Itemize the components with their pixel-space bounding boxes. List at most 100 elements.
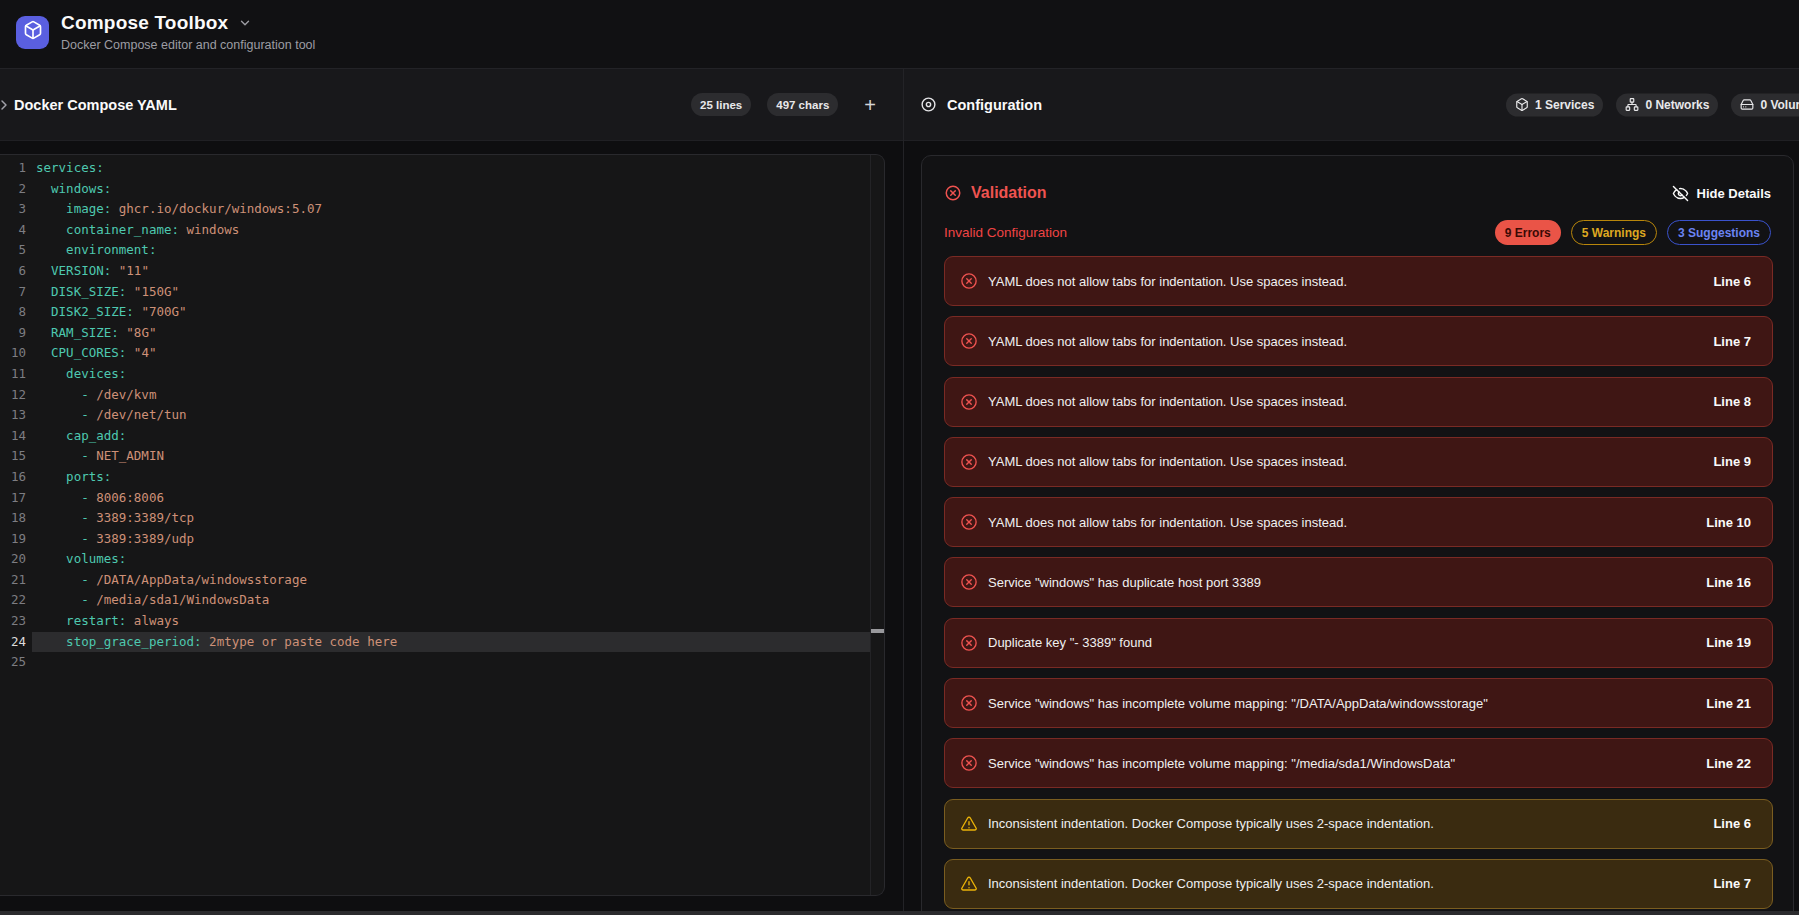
validation-error-card[interactable]: Duplicate key "- 3389" found Line 19: [944, 618, 1773, 668]
validation-error-card[interactable]: Service "windows" has incomplete volume …: [944, 678, 1773, 728]
yaml-panel: Docker Compose YAML 25 lines 497 chars +…: [0, 69, 904, 915]
circle-x-icon: [960, 634, 978, 652]
code-line[interactable]: 10 CPU_CORES: "4": [0, 343, 870, 364]
validation-title: Validation: [971, 184, 1047, 202]
code-line[interactable]: 3 image: ghcr.io/dockur/windows:5.07: [0, 199, 870, 220]
add-button[interactable]: +: [864, 95, 876, 115]
code-line[interactable]: 19 - 3389:3389/udp: [0, 529, 870, 550]
validation-error-card[interactable]: YAML does not allow tabs for indentation…: [944, 256, 1773, 306]
yaml-panel-header: Docker Compose YAML 25 lines 497 chars +: [0, 69, 903, 141]
code-line[interactable]: 23 restart: always: [0, 611, 870, 632]
circle-x-icon: [960, 453, 978, 471]
circle-dot-icon: [920, 96, 937, 113]
validation-section: Validation Hide Details Invalid Configur…: [921, 155, 1794, 915]
code-line[interactable]: 16 ports:: [0, 467, 870, 488]
code-line[interactable]: 20 volumes:: [0, 549, 870, 570]
validation-message: Service "windows" has incomplete volume …: [988, 756, 1455, 771]
editor-scrollbar-thumb[interactable]: [871, 629, 884, 633]
validation-line-ref: Line 6: [1713, 274, 1751, 289]
circle-x-icon: [960, 513, 978, 531]
yaml-panel-title: Docker Compose YAML: [14, 97, 177, 113]
validation-message: YAML does not allow tabs for indentation…: [988, 515, 1347, 530]
circle-x-icon: [960, 754, 978, 772]
validation-error-card[interactable]: YAML does not allow tabs for indentation…: [944, 497, 1773, 547]
validation-message: Service "windows" has duplicate host por…: [988, 575, 1261, 590]
editor-scrollbar[interactable]: [870, 155, 884, 895]
validation-line-ref: Line 19: [1706, 635, 1751, 650]
code-line[interactable]: 2 windows:: [0, 179, 870, 200]
config-summary-pills: 1 Services0 Networks0 Volumes: [1506, 93, 1799, 116]
validation-line-ref: Line 22: [1706, 756, 1751, 771]
validation-line-ref: Line 7: [1713, 876, 1751, 891]
code-line[interactable]: 12 - /dev/kvm: [0, 385, 870, 406]
network-icon: [1625, 98, 1639, 112]
validation-message: Inconsistent indentation. Docker Compose…: [988, 876, 1434, 891]
circle-x-icon: [960, 694, 978, 712]
validation-error-card[interactable]: YAML does not allow tabs for indentation…: [944, 377, 1773, 427]
validation-message: Inconsistent indentation. Docker Compose…: [988, 816, 1434, 831]
code-line[interactable]: 6 VERSION: "11": [0, 261, 870, 282]
validation-line-ref: Line 6: [1713, 816, 1751, 831]
code-line[interactable]: 1services:: [0, 158, 870, 179]
app-subtitle: Docker Compose editor and configuration …: [61, 38, 315, 52]
validation-message: YAML does not allow tabs for indentation…: [988, 454, 1347, 469]
triangle-alert-icon: [960, 815, 978, 833]
code-line[interactable]: 13 - /dev/net/tun: [0, 405, 870, 426]
validation-line-ref: Line 10: [1706, 515, 1751, 530]
yaml-editor[interactable]: 1services:2 windows:3 image: ghcr.io/doc…: [0, 154, 885, 896]
validation-message: Duplicate key "- 3389" found: [988, 635, 1152, 650]
app: Compose Toolbox Docker Compose editor an…: [0, 0, 1799, 915]
code-line[interactable]: 15 - NET_ADMIN: [0, 446, 870, 467]
code-lines: 1services:2 windows:3 image: ghcr.io/doc…: [0, 158, 870, 673]
configuration-panel-title: Configuration: [947, 97, 1042, 113]
horizontal-scrollbar[interactable]: [0, 911, 1799, 915]
app-title: Compose Toolbox: [61, 12, 228, 34]
code-line[interactable]: 7 DISK_SIZE: "150G": [0, 282, 870, 303]
chevron-down-icon[interactable]: [238, 16, 252, 30]
validation-error-card[interactable]: YAML does not allow tabs for indentation…: [944, 437, 1773, 487]
code-line[interactable]: 11 devices:: [0, 364, 870, 385]
errors-badge[interactable]: 9 Errors: [1495, 220, 1561, 245]
code-line[interactable]: 4 container_name: windows: [0, 220, 870, 241]
suggestions-badge[interactable]: 3 Suggestions: [1667, 220, 1771, 245]
triangle-alert-icon: [960, 875, 978, 893]
lines-count-badge: 25 lines: [691, 93, 751, 116]
circle-x-icon: [960, 573, 978, 591]
circle-x-icon: [960, 332, 978, 350]
validation-line-ref: Line 7: [1713, 334, 1751, 349]
configuration-panel-header: Configuration 1 Services0 Networks0 Volu…: [904, 69, 1799, 141]
code-line[interactable]: 14 cap_add:: [0, 426, 870, 447]
circle-x-icon: [960, 272, 978, 290]
circle-x-icon: [944, 184, 962, 202]
circle-x-icon: [960, 393, 978, 411]
validation-line-ref: Line 8: [1713, 394, 1751, 409]
validation-status: Invalid Configuration: [944, 225, 1067, 240]
chevron-right-icon[interactable]: [0, 97, 12, 113]
package-icon: [23, 20, 43, 44]
code-line[interactable]: 24 stop_grace_period: 2mtype or paste co…: [0, 632, 870, 653]
summary-pill: 0 Networks: [1616, 93, 1718, 116]
warnings-badge[interactable]: 5 Warnings: [1571, 220, 1657, 245]
code-line[interactable]: 25: [0, 652, 870, 673]
validation-error-card[interactable]: YAML does not allow tabs for indentation…: [944, 316, 1773, 366]
code-line[interactable]: 8 DISK2_SIZE: "700G": [0, 302, 870, 323]
chars-count-badge: 497 chars: [767, 93, 838, 116]
validation-message: YAML does not allow tabs for indentation…: [988, 274, 1347, 289]
validation-error-card[interactable]: Service "windows" has duplicate host por…: [944, 557, 1773, 607]
code-line[interactable]: 9 RAM_SIZE: "8G": [0, 323, 870, 344]
code-line[interactable]: 18 - 3389:3389/tcp: [0, 508, 870, 529]
hide-details-button[interactable]: Hide Details: [1672, 185, 1771, 202]
eye-off-icon: [1672, 185, 1689, 202]
validation-line-ref: Line 9: [1713, 454, 1751, 469]
code-line[interactable]: 17 - 8006:8006: [0, 488, 870, 509]
validation-message: YAML does not allow tabs for indentation…: [988, 394, 1347, 409]
code-line[interactable]: 22 - /media/sda1/WindowsData: [0, 590, 870, 611]
validation-warning-card[interactable]: Inconsistent indentation. Docker Compose…: [944, 799, 1773, 849]
app-logo: [16, 16, 49, 49]
validation-cards: YAML does not allow tabs for indentation…: [944, 256, 1773, 909]
code-line[interactable]: 5 environment:: [0, 240, 870, 261]
code-line[interactable]: 21 - /DATA/AppData/windowsstorage: [0, 570, 870, 591]
validation-message: YAML does not allow tabs for indentation…: [988, 334, 1347, 349]
validation-warning-card[interactable]: Inconsistent indentation. Docker Compose…: [944, 859, 1773, 909]
validation-error-card[interactable]: Service "windows" has incomplete volume …: [944, 738, 1773, 788]
